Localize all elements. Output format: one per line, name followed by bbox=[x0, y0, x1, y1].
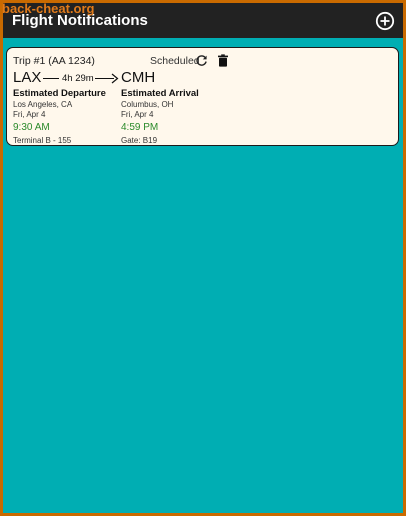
departure-time: 9:30 AM bbox=[13, 122, 50, 133]
arrow-right-icon bbox=[111, 73, 119, 84]
trip-card[interactable]: Trip #1 (AA 1234) Scheduled LAX 4h 29m C… bbox=[6, 47, 399, 146]
departure-terminal: Terminal B - 155 bbox=[13, 136, 72, 145]
arrival-details: Estimated Arrival Columbus, OH Fri, Apr … bbox=[121, 88, 231, 146]
flight-duration: 4h 29m bbox=[62, 73, 94, 84]
refresh-icon[interactable] bbox=[195, 54, 208, 67]
arrival-date: Fri, Apr 4 bbox=[121, 110, 154, 119]
add-circle-icon[interactable] bbox=[375, 11, 395, 31]
departure-heading: Estimated Departure bbox=[13, 88, 106, 99]
departure-city: Los Angeles, CA bbox=[13, 100, 73, 109]
departure-details: Estimated Departure Los Angeles, CA Fri,… bbox=[13, 88, 123, 146]
arrival-heading: Estimated Arrival bbox=[121, 88, 199, 99]
trash-icon[interactable] bbox=[217, 54, 229, 67]
departure-code: LAX bbox=[13, 69, 42, 86]
departure-date: Fri, Apr 4 bbox=[13, 110, 46, 119]
arrival-gate: Gate: B19 bbox=[121, 136, 158, 145]
trip-label: Trip #1 (AA 1234) bbox=[13, 55, 95, 67]
watermark-text: back-cheat.org bbox=[2, 1, 95, 16]
arrival-code: CMH bbox=[121, 69, 156, 86]
arrival-time: 4:59 PM bbox=[121, 122, 159, 133]
status-badge: Scheduled bbox=[150, 55, 200, 67]
arrival-city: Columbus, OH bbox=[121, 100, 174, 109]
app-screen: Flight Notifications Trip #1 (AA 1234) S… bbox=[3, 3, 403, 513]
route-line-left bbox=[43, 78, 59, 79]
